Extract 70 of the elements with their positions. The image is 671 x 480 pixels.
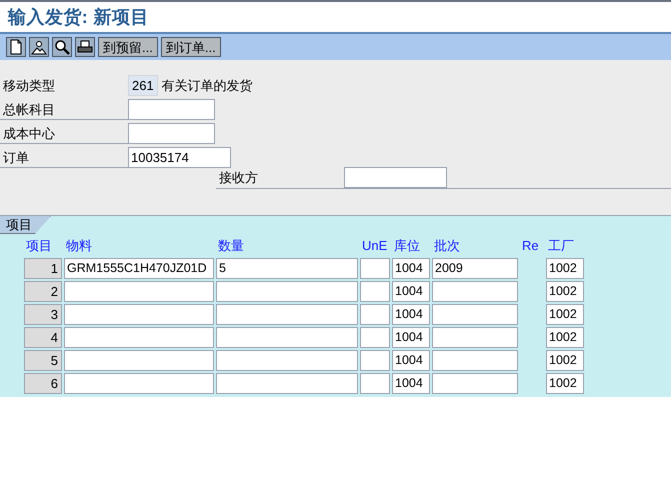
input-field[interactable]: 1004 bbox=[392, 281, 430, 302]
input-field[interactable] bbox=[216, 350, 358, 371]
column-header: Re bbox=[521, 237, 540, 256]
field-value: 261 bbox=[128, 75, 158, 96]
column-header: UnE bbox=[361, 237, 388, 256]
printer-icon bbox=[77, 39, 93, 55]
landscape-icon bbox=[31, 39, 47, 55]
input-field[interactable] bbox=[64, 281, 214, 302]
input-field[interactable] bbox=[344, 167, 447, 188]
input-field[interactable] bbox=[64, 350, 214, 371]
toolbar-button[interactable]: 到预留... bbox=[98, 37, 158, 57]
input-field[interactable]: 1004 bbox=[392, 373, 430, 394]
toolbar-button[interactable] bbox=[29, 37, 49, 57]
input-field[interactable] bbox=[432, 350, 518, 371]
column-header: 工厂 bbox=[547, 237, 575, 256]
input-field[interactable]: 1004 bbox=[392, 258, 430, 279]
input-field[interactable]: 1004 bbox=[392, 304, 430, 325]
column-header: 数量 bbox=[217, 237, 245, 256]
input-field[interactable]: 1002 bbox=[546, 258, 584, 279]
document-icon bbox=[8, 39, 24, 55]
input-field[interactable]: 5 bbox=[216, 258, 358, 279]
input-field[interactable] bbox=[64, 304, 214, 325]
input-field[interactable]: 1002 bbox=[546, 304, 584, 325]
search-icon bbox=[54, 39, 70, 55]
input-field[interactable] bbox=[432, 304, 518, 325]
column-header: 物料 bbox=[65, 237, 93, 256]
input-field[interactable]: 1004 bbox=[392, 327, 430, 348]
input-field[interactable] bbox=[360, 258, 390, 279]
input-field[interactable] bbox=[360, 281, 390, 302]
field-label: 接收方 bbox=[218, 168, 259, 187]
input-field[interactable] bbox=[216, 327, 358, 348]
input-field[interactable] bbox=[360, 304, 390, 325]
input-field[interactable] bbox=[432, 327, 518, 348]
input-field[interactable]: 1002 bbox=[546, 373, 584, 394]
input-field[interactable] bbox=[128, 123, 215, 144]
field-label: 移动类型 bbox=[2, 76, 56, 95]
toolbar-button[interactable] bbox=[6, 37, 26, 57]
input-field[interactable] bbox=[360, 373, 390, 394]
toolbar-button[interactable] bbox=[75, 37, 95, 57]
input-field[interactable]: 10035174 bbox=[128, 147, 231, 168]
input-field[interactable] bbox=[64, 327, 214, 348]
input-field[interactable] bbox=[128, 99, 215, 120]
input-field[interactable]: GRM1555C1H470JZ01D bbox=[64, 258, 214, 279]
row-number: 2 bbox=[24, 281, 62, 302]
toolbar-button[interactable] bbox=[52, 37, 72, 57]
input-field[interactable]: 2009 bbox=[432, 258, 518, 279]
field-description: 有关订单的发货 bbox=[160, 76, 253, 95]
column-header: 批次 bbox=[433, 237, 461, 256]
input-field[interactable]: 1002 bbox=[546, 350, 584, 371]
input-field[interactable] bbox=[360, 350, 390, 371]
input-field[interactable] bbox=[64, 373, 214, 394]
column-header: 库位 bbox=[393, 237, 421, 256]
section-tab[interactable]: 项目 bbox=[0, 216, 51, 234]
input-field[interactable] bbox=[216, 373, 358, 394]
input-field[interactable]: 1002 bbox=[546, 327, 584, 348]
row-number: 3 bbox=[24, 304, 62, 325]
input-field[interactable] bbox=[216, 281, 358, 302]
input-field[interactable]: 1004 bbox=[392, 350, 430, 371]
toolbar-button[interactable]: 到订单... bbox=[160, 37, 221, 57]
input-field[interactable] bbox=[432, 373, 518, 394]
input-field[interactable] bbox=[432, 281, 518, 302]
input-field[interactable] bbox=[216, 304, 358, 325]
row-number: 5 bbox=[24, 350, 62, 371]
input-field[interactable]: 1002 bbox=[546, 281, 584, 302]
window-title: 输入发货: 新项目 bbox=[8, 6, 150, 28]
input-field[interactable] bbox=[360, 327, 390, 348]
row-number: 1 bbox=[24, 258, 62, 279]
row-number: 6 bbox=[24, 373, 62, 394]
column-header: 项目 bbox=[25, 237, 53, 256]
row-number: 4 bbox=[24, 327, 62, 348]
